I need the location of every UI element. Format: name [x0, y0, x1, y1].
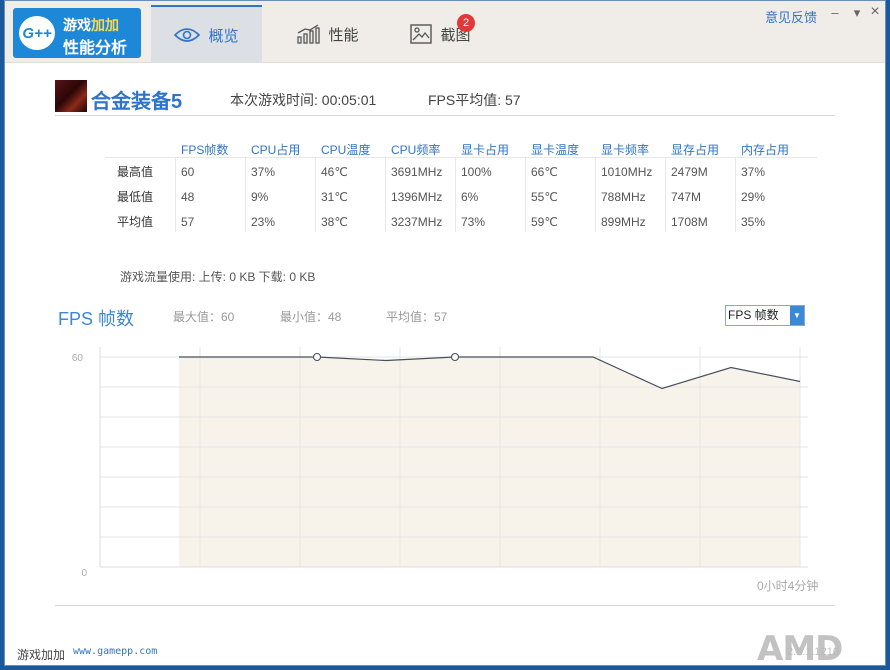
- tab-performance-label: 性能: [328, 26, 359, 44]
- chart-y-tick-label: 60: [72, 353, 84, 364]
- stats-cell: 35%: [741, 215, 766, 229]
- stats-cell: 55℃: [531, 190, 558, 204]
- footer-brand: 游戏加加: [17, 648, 66, 662]
- app-logo: G++ 游戏加加 性能分析: [13, 8, 141, 58]
- stats-header-divider: [105, 157, 817, 158]
- stats-cell: 1396MHz: [391, 190, 443, 204]
- stats-cell: 23%: [251, 215, 276, 229]
- stats-cell: 46℃: [321, 165, 348, 179]
- stats-row-label: 最高值: [116, 165, 153, 179]
- stats-cell: 9%: [251, 190, 269, 204]
- tab-overview[interactable]: 概览: [151, 5, 262, 63]
- stats-cell: 100%: [461, 165, 492, 179]
- logo-line2: 性能分析: [63, 40, 128, 57]
- dropdown-icon[interactable]: ▾: [849, 5, 865, 20]
- app-version: 2.8.1.1210: [787, 646, 839, 658]
- stats-cell: 2479M: [671, 165, 708, 179]
- header-bar: G++ 游戏加加 性能分析 概览 性能 截图 2 意见反馈 – ▾ ×: [5, 1, 885, 63]
- eye-icon: [174, 28, 201, 42]
- stats-cell: 60: [181, 165, 195, 179]
- stats-cell: 3237MHz: [391, 215, 443, 229]
- stats-cell: 1708M: [671, 215, 708, 229]
- traffic-usage: 游戏流量使用: 上传: 0 KB 下载: 0 KB: [120, 270, 316, 284]
- metric-select-value: FPS 帧数: [728, 308, 779, 322]
- logo-line1-b: 加加: [91, 17, 119, 33]
- stats-cell: 66℃: [531, 165, 558, 179]
- tab-overview-label: 概览: [208, 27, 239, 45]
- stats-cell: 788MHz: [601, 190, 646, 204]
- tab-performance[interactable]: 性能: [272, 5, 383, 63]
- tab-screenshots[interactable]: 截图: [385, 5, 496, 63]
- stats-row: 最低值 48 9% 31℃ 1396MHz 6% 55℃ 788MHz 747M 29%: [105, 186, 817, 211]
- chevron-down-icon[interactable]: ▼: [790, 306, 804, 325]
- logo-line1-a: 游戏: [63, 17, 91, 33]
- chart-time-label: 0小时4分钟: [757, 579, 819, 593]
- chart-max: 最大值：60: [173, 310, 235, 324]
- bar-chart-icon: [297, 24, 321, 44]
- stats-cell: 3691MHz: [391, 165, 443, 179]
- close-icon[interactable]: ×: [867, 3, 883, 20]
- metric-select[interactable]: FPS 帧数 ▼: [725, 305, 805, 326]
- stats-cell: 899MHz: [601, 215, 646, 229]
- stats-row-label: 最低值: [116, 190, 153, 204]
- minimize-icon[interactable]: –: [827, 5, 843, 20]
- stats-cell: 6%: [461, 190, 479, 204]
- screenshot-count-badge: 2: [457, 14, 475, 32]
- play-time: 本次游戏时间: 00:05:01: [230, 92, 377, 108]
- stats-cell: 37%: [741, 165, 766, 179]
- fps-chart: 60 0: [72, 347, 808, 577]
- chart-avg: 平均值：57: [386, 310, 448, 324]
- stats-cell: 38℃: [321, 215, 348, 229]
- stats-cell: 1010MHz: [601, 165, 653, 179]
- stats-cell: 37%: [251, 165, 276, 179]
- stats-cell: 48: [181, 190, 195, 204]
- stats-row: 最高值 60 37% 46℃ 3691MHz 100% 66℃ 1010MHz 2479M 37%: [105, 161, 817, 186]
- stats-cell: 73%: [461, 215, 486, 229]
- chart-y-tick-label: 0: [81, 568, 87, 577]
- chart-area-fill: [179, 357, 800, 567]
- stats-cell: 57: [181, 215, 195, 229]
- footer-url[interactable]: www.gamepp.com: [73, 646, 157, 657]
- stats-row-label: 平均值: [116, 215, 153, 229]
- fps-average: FPS平均值: 57: [428, 92, 521, 108]
- game-avatar: [55, 80, 87, 112]
- chart-point: [312, 352, 322, 362]
- logo-line1: 游戏加加: [63, 15, 119, 35]
- chart-min: 最小值：48: [280, 310, 342, 324]
- divider: [55, 605, 835, 606]
- feedback-link[interactable]: 意见反馈: [765, 7, 817, 26]
- app-window: G++ 游戏加加 性能分析 概览 性能 截图 2 意见反馈 – ▾ × 合金装备…: [4, 0, 886, 669]
- stats-cell: 29%: [741, 190, 766, 204]
- logo-mark-icon: G++: [19, 16, 55, 50]
- chart-point: [450, 352, 460, 362]
- stats-row: 平均值 57 23% 38℃ 3237MHz 73% 59℃ 899MHz 1708M 35%: [105, 211, 817, 236]
- stats-cell: 59℃: [531, 215, 558, 229]
- stats-cell: 31℃: [321, 190, 348, 204]
- game-title: 合金装备5: [91, 91, 183, 113]
- divider: [55, 115, 835, 116]
- image-icon: [410, 24, 433, 44]
- stats-cell: 747M: [671, 190, 702, 204]
- chart-title: FPS 帧数: [58, 309, 135, 329]
